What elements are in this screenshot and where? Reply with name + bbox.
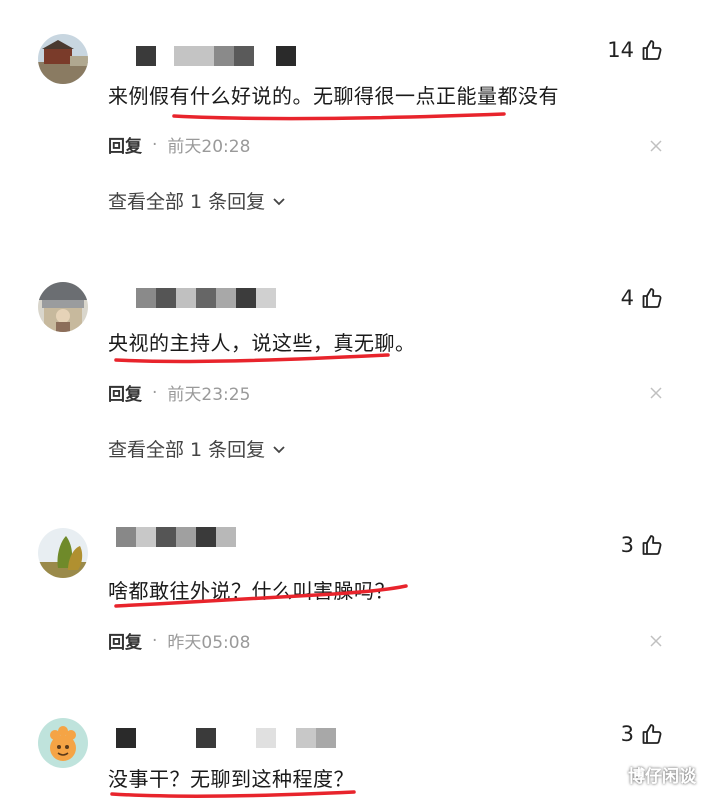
- like-count: 14: [607, 38, 634, 62]
- thumbs-up-icon: [642, 724, 662, 744]
- close-icon[interactable]: [648, 633, 664, 649]
- avatar-image: [38, 528, 88, 578]
- thumbs-up-icon: [642, 535, 662, 555]
- username-redacted[interactable]: [108, 728, 408, 750]
- avatar-image: [38, 718, 88, 768]
- avatar[interactable]: [38, 34, 88, 84]
- comment-text: 啥都敢往外说？什么叫害臊吗？: [108, 579, 395, 603]
- like-count: 3: [620, 533, 634, 557]
- view-all-replies-button[interactable]: 查看全部 1 条回复: [108, 187, 287, 214]
- avatar[interactable]: [38, 718, 88, 768]
- comment-meta: 回复 · 昨天05:08: [108, 628, 251, 654]
- meta-separator: ·: [152, 382, 158, 403]
- meta-separator: ·: [152, 630, 158, 651]
- like-button[interactable]: 3: [621, 722, 664, 746]
- comment-time: 前天20:28: [167, 137, 251, 157]
- comment-time: 昨天05:08: [167, 633, 251, 653]
- close-icon[interactable]: [648, 138, 664, 154]
- comment-text: 没事干？无聊到这种程度？: [108, 767, 354, 791]
- avatar-image: [38, 34, 88, 84]
- reply-button[interactable]: 回复: [108, 380, 142, 405]
- meta-separator: ·: [152, 134, 158, 155]
- like-button[interactable]: 4: [621, 286, 664, 310]
- like-button[interactable]: 3: [621, 533, 664, 557]
- view-all-replies-button[interactable]: 查看全部 1 条回复: [108, 435, 287, 462]
- chevron-down-icon: [273, 197, 285, 205]
- like-count: 3: [620, 722, 634, 746]
- reply-button[interactable]: 回复: [108, 628, 142, 653]
- watermark: 博仔闲谈: [628, 767, 696, 787]
- close-icon[interactable]: [648, 385, 664, 401]
- comment-text: 央视的主持人，说这些，真无聊。: [108, 331, 416, 355]
- reply-button[interactable]: 回复: [108, 132, 142, 157]
- username-redacted[interactable]: [108, 288, 408, 310]
- avatar-image: [38, 282, 88, 332]
- comment-time: 前天23:25: [167, 385, 251, 405]
- comment-text: 来例假有什么好说的。无聊得很一点正能量都没有: [108, 84, 559, 108]
- avatar[interactable]: [38, 282, 88, 332]
- username-redacted[interactable]: [108, 527, 408, 549]
- view-all-replies-label: 查看全部 1 条回复: [108, 439, 266, 461]
- chevron-down-icon: [273, 445, 285, 453]
- red-annotation-underline: [172, 112, 506, 121]
- comment-meta: 回复 · 前天20:28: [108, 132, 251, 158]
- thumbs-up-icon: [642, 40, 662, 60]
- like-button[interactable]: 14: [607, 38, 664, 62]
- like-count: 4: [620, 286, 634, 310]
- view-all-replies-label: 查看全部 1 条回复: [108, 191, 266, 213]
- avatar[interactable]: [38, 528, 88, 578]
- thumbs-up-icon: [642, 288, 662, 308]
- username-redacted[interactable]: [108, 46, 408, 68]
- comment-meta: 回复 · 前天23:25: [108, 380, 251, 406]
